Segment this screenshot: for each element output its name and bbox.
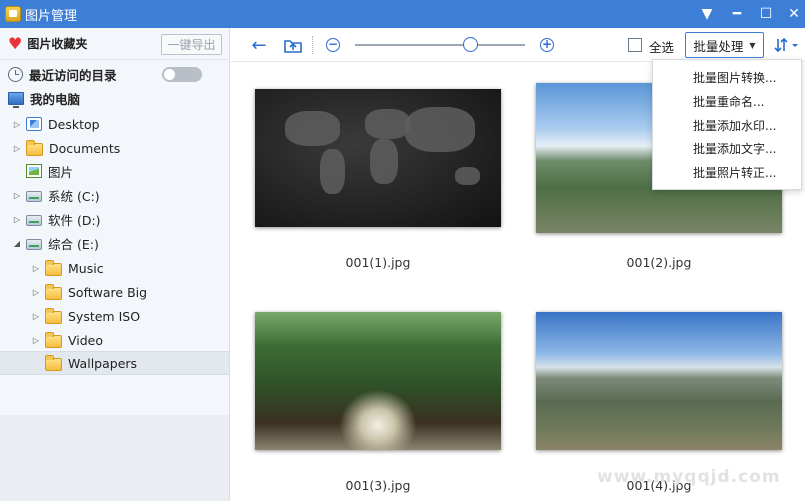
recent-folders-item[interactable]: 最近访问的目录 [0,62,229,86]
export-button[interactable]: 一键导出 [161,34,222,55]
tree-item-video[interactable]: ▷ Video [0,328,229,352]
batch-process-label: 批量处理 [693,38,744,54]
tree-item-label: System ISO [68,308,141,324]
tree-item-pictures[interactable]: 图片 [0,159,229,183]
desktop-icon [26,117,42,131]
tree-item-documents[interactable]: ▷ Documents [0,136,229,160]
tree-item-music[interactable]: ▷ Music [0,256,229,280]
menu-item-rename[interactable]: 批量重命名... [653,89,801,113]
tree-item-drive-e[interactable]: ◢ 综合 (E:) [0,231,229,255]
window-title: 图片管理 [25,8,78,24]
favorites-title: 图片收藏夹 [27,37,88,51]
expand-arrow-icon[interactable]: ▷ [12,191,22,200]
computer-icon [8,91,24,108]
tree-item-drive-c[interactable]: ▷ 系统 (C:) [0,183,229,207]
recent-toggle[interactable] [162,67,202,82]
chevron-down-icon: ▼ [749,40,756,50]
file-name[interactable]: 001(2).jpg [599,255,719,270]
pictures-icon [26,164,42,178]
minimize-button[interactable]: ━ [722,0,752,28]
tree-item-label: Wallpapers [68,355,138,371]
select-all-label[interactable]: 全选 [649,37,674,56]
zoom-in-icon[interactable]: + [540,38,554,52]
collapse-arrow-icon[interactable]: ◢ [12,239,22,248]
file-name[interactable]: 001(1).jpg [318,255,438,270]
file-name[interactable]: 001(3).jpg [318,478,438,493]
batch-process-menu: 批量图片转换... 批量重命名... 批量添加水印... 批量添加文字... 批… [652,59,802,190]
my-computer-item[interactable]: 我的电脑 [0,86,229,110]
close-button[interactable]: ✕ [779,0,805,28]
folder-icon [45,354,62,371]
map-landmass [405,107,475,152]
thumbnail-image[interactable] [536,312,782,450]
thumbnail-image[interactable] [255,89,501,227]
tree-item-label: 系统 (C:) [48,188,100,204]
tree-item-label: Software Big [68,284,148,300]
maximize-button[interactable]: ☐ [751,0,781,28]
map-landmass [365,109,410,139]
expand-arrow-icon[interactable]: ▷ [31,264,41,273]
recent-folders-label: 最近访问的目录 [29,67,117,83]
heart-icon: ♥ [8,34,23,53]
watermark-text: www.myqqjd.com [597,467,781,487]
tree-item-label: Music [68,260,104,276]
folder-icon [45,283,62,300]
clock-icon [8,66,23,82]
sidebar: ♥ 图片收藏夹 一键导出 最近访问的目录 我的电脑 ▷ Desktop ▷ Do… [0,28,230,501]
expand-arrow-icon[interactable]: ▷ [12,120,22,129]
toolbar: ← − + 全选 批量处理 ▼ [231,28,805,62]
folder-icon [45,307,62,324]
my-computer-label: 我的电脑 [30,91,81,107]
expand-arrow-icon[interactable]: ▷ [31,312,41,321]
folder-icon [45,331,62,348]
tree-item-label: 综合 (E:) [48,236,99,252]
menu-item-add-text[interactable]: 批量添加文字... [653,136,801,160]
map-landmass [285,111,340,146]
tree-item-desktop[interactable]: ▷ Desktop [0,112,229,136]
sidebar-empty-area [0,415,229,501]
tree-item-wallpapers[interactable]: Wallpapers [0,351,229,375]
tree-item-software-big[interactable]: ▷ Software Big [0,280,229,304]
drive-icon [26,238,42,250]
zoom-out-icon[interactable]: − [326,38,340,52]
sort-icon[interactable] [774,35,804,55]
batch-process-button[interactable]: 批量处理 ▼ [685,32,764,58]
menu-dropdown-icon[interactable]: ▼ [692,0,722,28]
tree-item-system-iso[interactable]: ▷ System ISO [0,304,229,328]
expand-arrow-icon[interactable]: ▷ [31,288,41,297]
toolbar-separator [312,36,313,54]
expand-arrow-icon[interactable]: ▷ [12,144,22,153]
folder-icon [26,139,43,156]
expand-arrow-icon[interactable]: ▷ [12,215,22,224]
menu-item-straighten[interactable]: 批量照片转正... [653,160,801,184]
tree-item-label: Documents [49,140,121,156]
thumbnail-image[interactable] [255,312,501,450]
expand-arrow-icon[interactable]: ▷ [31,336,41,345]
tree-item-drive-d[interactable]: ▷ 软件 (D:) [0,207,229,231]
up-folder-icon[interactable] [282,35,304,55]
tree-item-label: Video [68,332,104,348]
toggle-knob [164,69,175,80]
tree-item-label: 图片 [48,164,74,180]
select-all-checkbox[interactable] [628,38,642,52]
drive-icon [26,214,42,226]
menu-item-convert[interactable]: 批量图片转换... [653,65,801,89]
zoom-slider-track[interactable] [355,44,525,46]
map-landmass [320,149,345,194]
back-arrow-icon[interactable]: ← [248,35,270,56]
folder-icon [45,259,62,276]
zoom-slider-handle[interactable] [463,37,479,52]
title-bar: 图片管理 ▼ ━ ☐ ✕ [0,0,805,28]
app-icon [5,6,21,22]
drive-icon [26,190,42,202]
tree-item-label: 软件 (D:) [48,212,101,228]
menu-item-watermark[interactable]: 批量添加水印... [653,113,801,137]
map-landmass [370,139,398,184]
tree-item-label: Desktop [48,116,100,132]
map-landmass [455,167,480,185]
